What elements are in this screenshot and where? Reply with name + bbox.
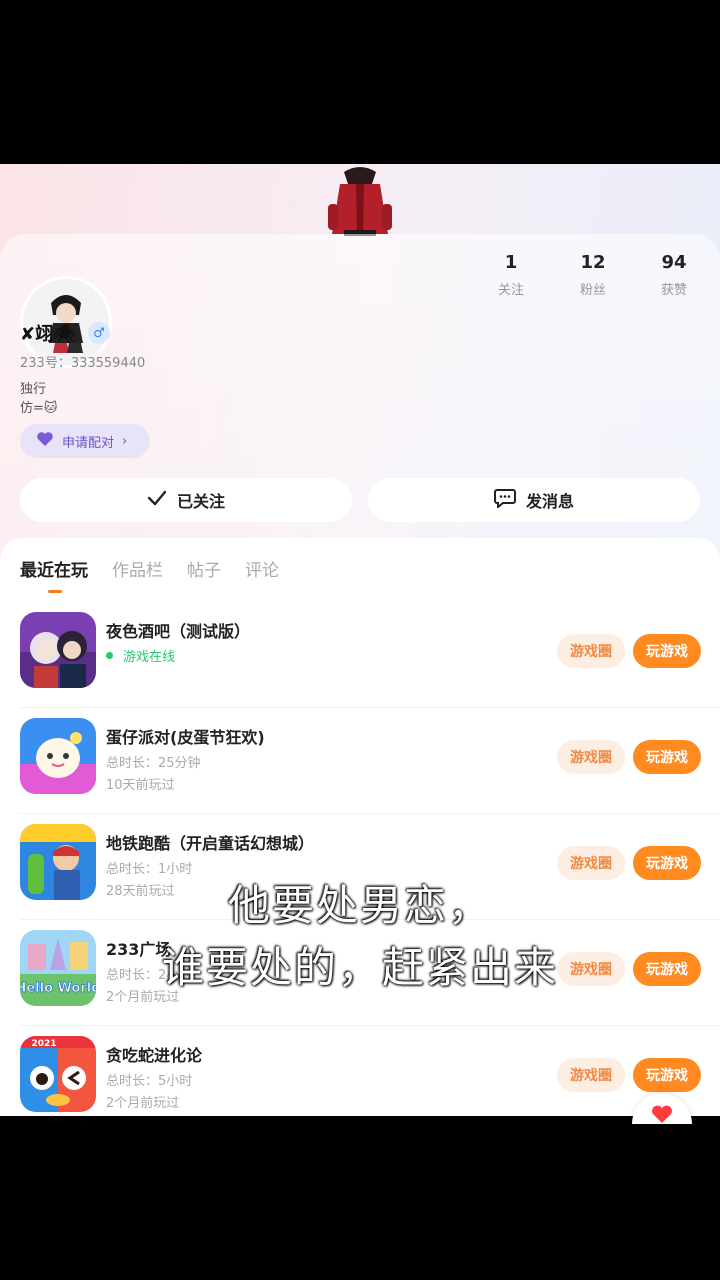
apply-pair-button[interactable]: 申请配对 › <box>20 424 150 458</box>
check-icon <box>147 490 167 510</box>
year-badge-text: 2021 <box>31 1039 56 1049</box>
male-gender-icon: ♂ <box>87 322 110 344</box>
last-played: 2个月前玩过 <box>106 1096 180 1111</box>
play-game-button[interactable]: 玩游戏 <box>633 1058 701 1092</box>
online-status: 游戏在线 <box>106 646 175 665</box>
tab-posts[interactable]: 帖子 <box>187 556 221 581</box>
game-title: 蛋仔派对(皮蛋节狂欢) <box>106 728 265 747</box>
stat-following-label: 关注 <box>497 283 524 298</box>
game-icon-eggy-party[interactable] <box>20 718 96 794</box>
video-subtitle-line-2: 谁要处的，赶紧出来 <box>161 943 558 992</box>
stat-following[interactable]: 1 关注 <box>481 252 541 298</box>
nickname-row: ✘翊🕷 ♂ <box>20 320 110 346</box>
tab-recently-played[interactable]: 最近在玩 <box>20 556 88 581</box>
game-icon-snake-evolution[interactable]: 2021 <box>20 1036 96 1112</box>
active-tab-indicator <box>48 590 62 593</box>
stat-fans-count: 12 <box>580 252 606 273</box>
content-panel: 最近在玩 作品栏 帖子 评论 夜色酒吧（测试版） 游戏在线 游戏圈 玩游戏 蛋仔… <box>0 538 720 1116</box>
profile-card: 1 关注 12 粉丝 94 获赞 ✘翊🕷 ♂ 233号：333559440 独行… <box>0 234 720 554</box>
game-row[interactable]: 蛋仔派对(皮蛋节狂欢) 总时长：25分钟 10天前玩过 游戏圈 玩游戏 <box>0 708 720 814</box>
followed-button[interactable]: 已关注 <box>20 478 352 522</box>
stat-likes[interactable]: 94 获赞 <box>644 252 704 298</box>
tab-comments[interactable]: 评论 <box>245 556 279 581</box>
stat-fans[interactable]: 12 粉丝 <box>563 252 623 298</box>
last-played: 10天前玩过 <box>106 778 175 793</box>
tab-works[interactable]: 作品栏 <box>112 556 163 581</box>
chevron-right-icon: › <box>122 433 128 449</box>
followed-label: 已关注 <box>176 492 225 511</box>
play-duration: 总时长：25分钟 <box>106 756 201 771</box>
stat-fans-label: 粉丝 <box>579 283 606 298</box>
user-id: 233号：333559440 <box>20 356 146 371</box>
play-game-button[interactable]: 玩游戏 <box>633 634 701 668</box>
stat-likes-count: 94 <box>661 252 687 273</box>
game-title: 地铁跑酷（开启童话幻想城） <box>106 834 315 853</box>
stat-following-count: 1 <box>504 252 518 273</box>
heart-icon <box>650 1104 674 1124</box>
game-row[interactable]: 夜色酒吧（测试版） 游戏在线 游戏圈 玩游戏 <box>0 602 720 708</box>
play-game-button[interactable]: 玩游戏 <box>633 740 701 774</box>
game-circle-button[interactable]: 游戏圈 <box>557 740 625 774</box>
character-figure <box>322 164 398 236</box>
send-message-label: 发消息 <box>525 492 574 511</box>
bio-line-2: 仿=🐱 <box>20 401 58 416</box>
play-duration: 总时长：5小时 <box>106 1074 193 1089</box>
bio-line-1: 独行 <box>20 382 47 397</box>
game-title: 贪吃蛇进化论 <box>106 1046 203 1065</box>
stat-likes-label: 获赞 <box>660 283 687 298</box>
chat-bubble-icon <box>493 488 516 512</box>
game-row[interactable]: 2021 贪吃蛇进化论 总时长：5小时 2个月前玩过 游戏圈 玩游戏 <box>0 1026 720 1116</box>
game-circle-button[interactable]: 游戏圈 <box>557 634 625 668</box>
game-circle-button[interactable]: 游戏圈 <box>557 1058 625 1092</box>
online-label: 游戏在线 <box>123 650 176 665</box>
nickname: ✘翊🕷 <box>20 324 76 345</box>
game-title: 夜色酒吧（测试版） <box>106 622 251 641</box>
online-dot-icon <box>106 652 113 659</box>
send-message-button[interactable]: 发消息 <box>368 478 700 522</box>
heart-pair-icon <box>36 431 54 451</box>
video-subtitle-line-1: 他要处男恋， <box>227 881 492 930</box>
apply-pair-label: 申请配对 <box>62 435 115 451</box>
game-icon-night-bar[interactable] <box>20 612 96 688</box>
tab-bar: 最近在玩 作品栏 帖子 评论 <box>20 556 303 581</box>
